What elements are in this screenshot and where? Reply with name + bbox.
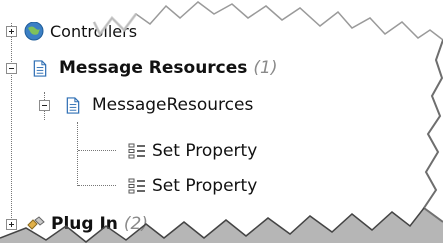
tree-item-label: MessageResources bbox=[92, 95, 254, 115]
tree-guide-line bbox=[77, 122, 78, 186]
document-icon bbox=[66, 96, 80, 114]
tree-item-label: Set Property bbox=[152, 141, 258, 161]
tree-item-controllers[interactable]: Controllers bbox=[6, 20, 137, 42]
tree-guide-line bbox=[11, 18, 12, 218]
collapse-toggle[interactable] bbox=[6, 62, 17, 74]
tree-item-set-property[interactable]: Set Property bbox=[128, 176, 257, 196]
tree-item-messageresources[interactable]: MessageResources bbox=[39, 95, 253, 115]
plugin-icon bbox=[27, 216, 45, 230]
expand-toggle[interactable] bbox=[6, 25, 17, 37]
tree-guide-line bbox=[78, 185, 116, 186]
item-count: (2) bbox=[123, 214, 148, 234]
tree-panel: Controllers Message Resources (1) Messag… bbox=[0, 0, 443, 243]
tree-guide-line bbox=[78, 150, 116, 151]
item-count: (1) bbox=[253, 58, 278, 78]
tree-item-label: Plug In bbox=[51, 214, 118, 234]
tree-item-set-property[interactable]: Set Property bbox=[128, 141, 257, 161]
property-icon bbox=[128, 178, 145, 194]
tree-item-label: Message Resources bbox=[59, 58, 248, 78]
document-icon bbox=[33, 59, 47, 77]
tree-item-plug-in[interactable]: Plug In (2) bbox=[6, 214, 148, 234]
collapse-toggle[interactable] bbox=[39, 99, 50, 111]
tree-item-label: Set Property bbox=[152, 176, 258, 196]
property-icon bbox=[128, 143, 145, 159]
tree-item-label: Controllers bbox=[50, 21, 138, 41]
globe-icon bbox=[24, 21, 44, 41]
expand-toggle[interactable] bbox=[6, 218, 17, 230]
tree-item-message-resources[interactable]: Message Resources (1) bbox=[6, 58, 278, 78]
